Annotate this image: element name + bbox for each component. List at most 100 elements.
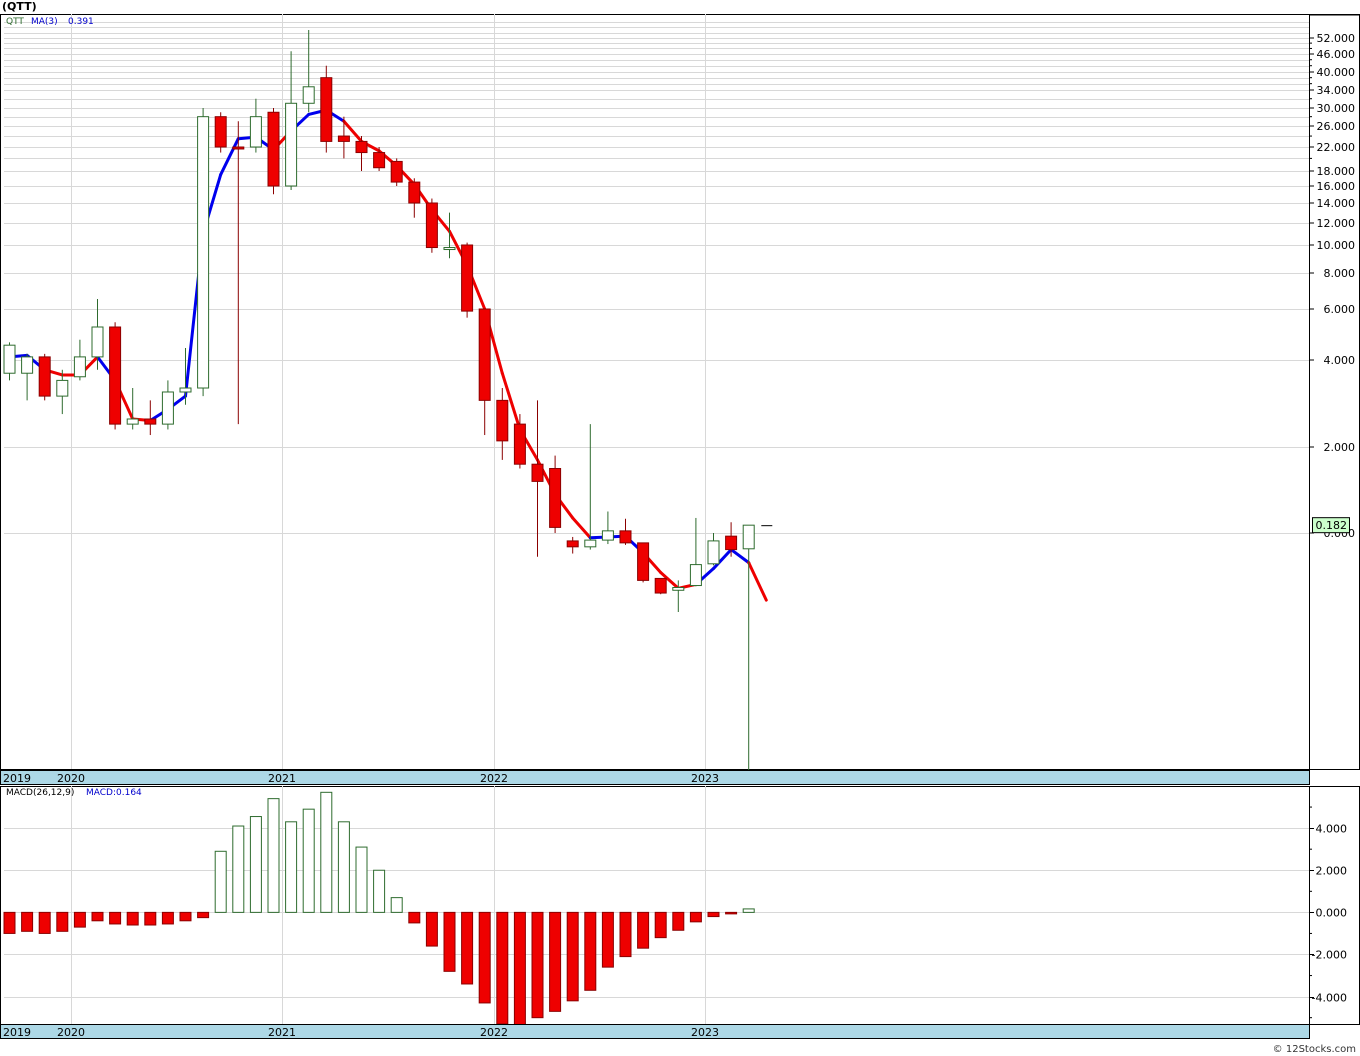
macd-bar (689, 911, 702, 923)
macd-bar (126, 911, 139, 926)
macd-panel-frame (0, 786, 1360, 1025)
macd-bar (109, 911, 122, 925)
price-x-label: 2021 (268, 772, 296, 785)
macd-legend-label: MACD(26,12,9) (6, 788, 74, 798)
price-tick-label: 2.000 (1324, 441, 1356, 454)
macd-tick-label: -4.000 (1312, 992, 1347, 1005)
macd-bar (390, 897, 403, 913)
candle-body (197, 116, 210, 389)
candle-body (267, 111, 280, 187)
price-tick-label: 18.000 (1317, 165, 1356, 178)
candle-body (320, 77, 333, 142)
candle (109, 322, 122, 430)
candle-body (355, 140, 368, 154)
candle-body (249, 116, 262, 148)
candle-body (584, 539, 597, 548)
candle-body (126, 418, 139, 425)
macd-tick-label: 4.000 (1316, 823, 1348, 836)
price-legend-ma-value: 0.391 (68, 17, 94, 27)
macd-bar (496, 911, 509, 1025)
candle-body (672, 587, 685, 591)
macd-bar (144, 911, 157, 926)
macd-bar (179, 911, 192, 922)
macd-legend-value: MACD:0.164 (86, 788, 142, 798)
candle-body (461, 244, 474, 312)
candle (637, 542, 650, 583)
candle-body (3, 344, 16, 374)
price-tick-label: 30.000 (1317, 102, 1356, 115)
macd-bar (425, 911, 438, 947)
macd-bar (302, 808, 315, 913)
candle-body (161, 391, 174, 425)
macd-bar (654, 911, 667, 939)
candle-body (109, 326, 122, 425)
macd-tick-label: 0.000 (1316, 907, 1348, 920)
price-x-label: 2019 (3, 772, 31, 785)
candle (214, 112, 227, 153)
macd-bar (38, 911, 51, 934)
candle-body (478, 308, 491, 401)
candle-body (214, 116, 227, 148)
macd-x-label: 2022 (480, 1026, 508, 1039)
candle-body (654, 577, 667, 594)
macd-x-axis-bar (0, 1024, 1310, 1039)
price-x-label: 2022 (480, 772, 508, 785)
candle-body (232, 146, 245, 150)
price-tick-label: 26.000 (1317, 120, 1356, 133)
macd-bar (56, 911, 69, 932)
candle (390, 158, 403, 186)
candle-body (144, 418, 157, 425)
macd-tick-label: -2.000 (1312, 949, 1347, 962)
macd-bar (619, 911, 632, 958)
price-tick-label: 14.000 (1317, 197, 1356, 210)
macd-bar (161, 911, 174, 925)
price-tick-label: 34.000 (1317, 84, 1356, 97)
macd-x-label: 2019 (3, 1026, 31, 1039)
macd-bar (584, 911, 597, 991)
price-tick-label: 52.000 (1317, 32, 1356, 45)
candle-body (373, 152, 386, 169)
price-x-label: 2020 (57, 772, 85, 785)
macd-bar (3, 911, 16, 934)
macd-x-label: 2023 (691, 1026, 719, 1039)
candle-body (601, 530, 614, 541)
candle-body (425, 202, 438, 249)
macd-bar (21, 911, 34, 932)
candle-body (56, 379, 69, 397)
price-tick-label: 40.000 (1317, 66, 1356, 79)
candle-body (725, 535, 738, 551)
price-tick-label: 6.000 (1324, 303, 1356, 316)
candle-body (549, 468, 562, 528)
macd-bar (373, 869, 386, 913)
macd-tick-label: 2.000 (1316, 865, 1348, 878)
macd-bar (478, 911, 491, 1004)
macd-x-label: 2021 (268, 1026, 296, 1039)
candle (461, 242, 474, 318)
price-tick-label: 12.000 (1317, 217, 1356, 230)
macd-bar (725, 911, 738, 915)
candle-body (443, 247, 456, 251)
macd-bar (601, 911, 614, 968)
candle (38, 353, 51, 401)
macd-x-label: 2020 (57, 1026, 85, 1039)
macd-bar (461, 911, 474, 985)
macd-bar (443, 911, 456, 972)
last-price-label: 0.182 (1316, 519, 1348, 532)
candle-body (513, 423, 526, 465)
candle (320, 65, 333, 153)
macd-bar (91, 911, 104, 922)
macd-bar (637, 911, 650, 949)
candle-body (637, 542, 650, 581)
footer-credit: © 12Stocks.com (1272, 1044, 1356, 1055)
price-tick-label: 4.000 (1324, 354, 1356, 367)
candle (425, 198, 438, 253)
macd-bar (197, 911, 210, 919)
candle-body (390, 160, 403, 183)
candle-body (566, 540, 579, 548)
macd-bar (549, 911, 562, 1012)
macd-bar (320, 791, 333, 913)
candle-body (38, 356, 51, 397)
macd-bar (285, 821, 298, 913)
macd-bar (531, 911, 544, 1019)
price-tick-label: 46.000 (1317, 48, 1356, 61)
